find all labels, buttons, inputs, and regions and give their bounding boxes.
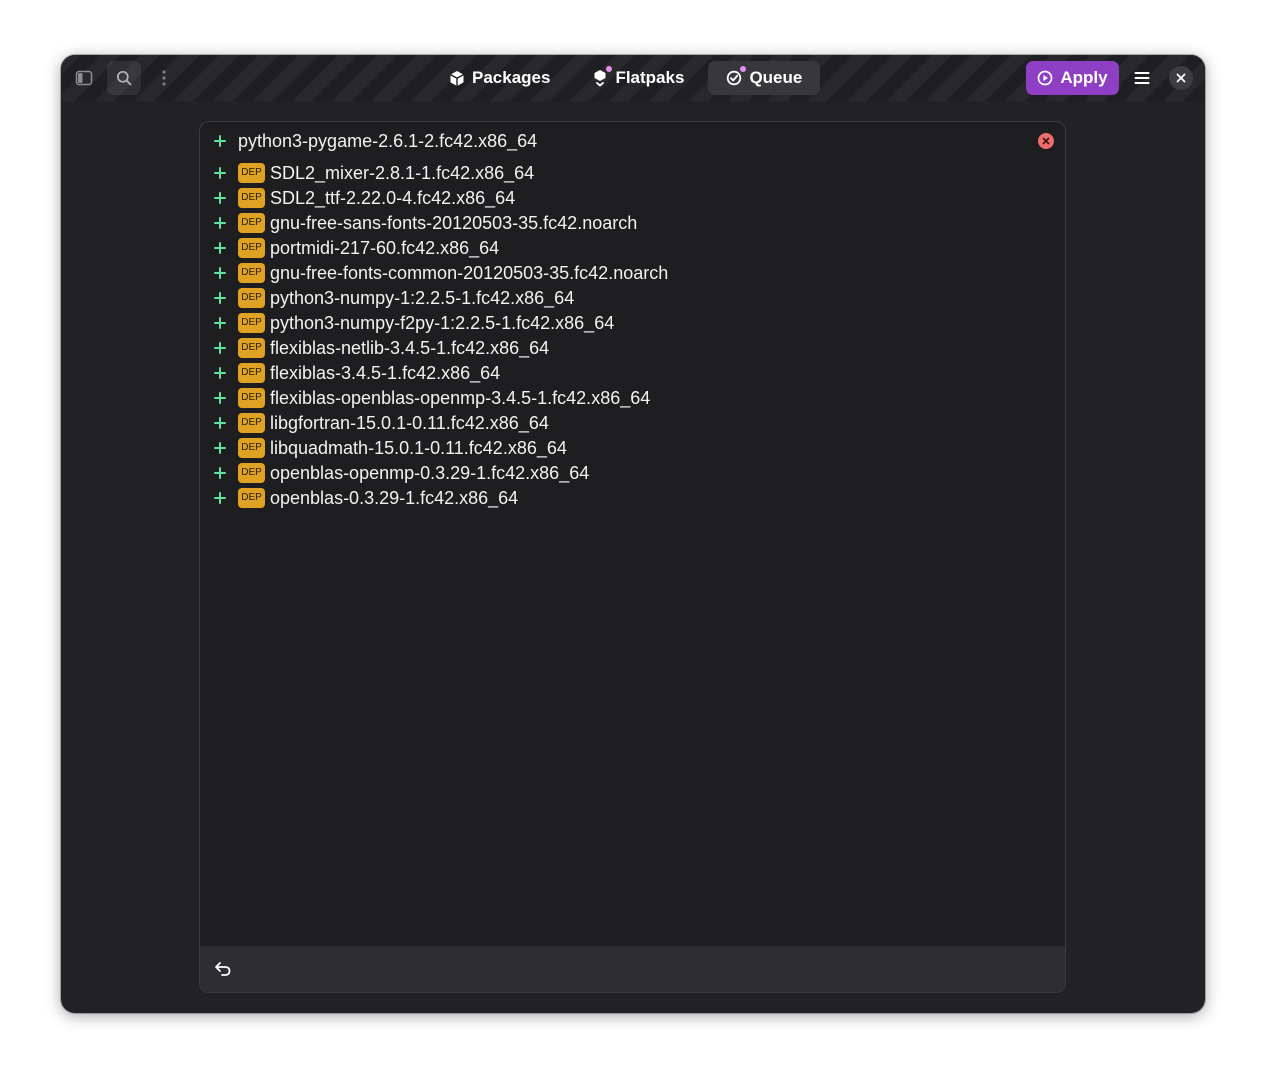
install-plus-icon (212, 190, 228, 206)
dependency-badge: DEP (238, 188, 265, 208)
view-switcher: Packages Flatpaks Queue (431, 61, 821, 95)
queued-package-row: python3-pygame-2.6.1-2.fc42.x86_64 (200, 122, 1065, 160)
dependency-name: flexiblas-netlib-3.4.5-1.fc42.x86_64 (270, 338, 550, 358)
dependency-name: flexiblas-openblas-openmp-3.4.5-1.fc42.x… (270, 388, 651, 408)
dependency-badge: DEP (238, 388, 265, 408)
install-plus-icon (212, 290, 228, 306)
update-indicator-dot (606, 66, 613, 72)
queue-indicator-dot (740, 66, 747, 72)
dependency-row: DEP flexiblas-3.4.5-1.fc42.x86_64 (200, 361, 1065, 386)
queue-check-icon (726, 66, 747, 87)
app-window: Packages Flatpaks Queue Apply python3-py… (61, 55, 1205, 1013)
close-icon (1176, 73, 1186, 83)
dependency-badge: DEP (238, 163, 265, 183)
play-circle-icon (1038, 70, 1053, 86)
tab-label: Flatpaks (615, 68, 685, 87)
dependency-list: DEP SDL2_mixer-2.8.1-1.fc42.x86_64 DEP SDL2… (200, 161, 1065, 511)
install-plus-icon (212, 215, 228, 231)
install-plus-icon (212, 390, 228, 406)
dependency-name: libquadmath-15.0.1-0.11.fc42.x86_64 (270, 438, 567, 458)
install-plus-icon (212, 240, 228, 256)
dependency-badge: DEP (238, 338, 265, 358)
sidebar-toggle-button[interactable] (67, 61, 101, 95)
install-plus-icon (212, 490, 228, 506)
undo-button[interactable] (210, 956, 236, 982)
dependency-badge: DEP (238, 288, 265, 308)
dependency-row: DEP python3-numpy-1:2.2.5-1.fc42.x86_64 (200, 286, 1065, 311)
dependency-badge: DEP (238, 238, 265, 258)
dependency-name: portmidi-217-60.fc42.x86_64 (270, 238, 500, 258)
dependency-badge: DEP (238, 363, 265, 383)
vertical-ellipsis-icon (162, 70, 166, 86)
tab-flatpaks[interactable]: Flatpaks (574, 61, 702, 95)
tab-label: Queue (749, 68, 803, 87)
dependency-row: DEP SDL2_mixer-2.8.1-1.fc42.x86_64 (200, 161, 1065, 186)
dependency-badge: DEP (238, 313, 265, 333)
search-button[interactable] (107, 61, 141, 95)
dependency-row: DEP libquadmath-15.0.1-0.11.fc42.x86_64 (200, 436, 1065, 461)
remove-x-icon (1042, 137, 1050, 145)
dependency-row: DEP python3-numpy-f2py-1:2.2.5-1.fc42.x86… (200, 311, 1065, 336)
search-icon (116, 70, 132, 86)
tab-packages[interactable]: Packages (431, 61, 568, 95)
dependency-name: gnu-free-fonts-common-20120503-35.fc42.n… (270, 263, 669, 283)
dependency-badge: DEP (238, 438, 265, 458)
apply-label: Apply (1060, 68, 1108, 87)
dependency-row: DEP SDL2_ttf-2.22.0-4.fc42.x86_64 (200, 186, 1065, 211)
dependency-name: flexiblas-3.4.5-1.fc42.x86_64 (270, 363, 501, 383)
dependency-name: libgfortran-15.0.1-0.11.fc42.x86_64 (270, 413, 549, 433)
package-name: python3-pygame-2.6.1-2.fc42.x86_64 (238, 131, 538, 151)
queue-footer-bar (200, 946, 1065, 992)
tab-queue[interactable]: Queue (708, 61, 821, 95)
install-plus-icon (212, 340, 228, 356)
install-plus-icon (212, 365, 228, 381)
sidebar-icon (75, 70, 93, 86)
dependency-name: gnu-free-sans-fonts-20120503-35.fc42.noa… (270, 213, 638, 233)
dependency-name: openblas-0.3.29-1.fc42.x86_64 (270, 488, 519, 508)
dependency-badge: DEP (238, 463, 265, 483)
dependency-name: SDL2_ttf-2.22.0-4.fc42.x86_64 (270, 188, 516, 208)
tab-label: Packages (472, 68, 551, 87)
dependency-row: DEP openblas-openmp-0.3.29-1.fc42.x86_64 (200, 461, 1065, 486)
flatpak-icon (592, 66, 613, 87)
dependency-name: openblas-openmp-0.3.29-1.fc42.x86_64 (270, 463, 590, 483)
dependency-badge: DEP (238, 488, 265, 508)
dependency-badge: DEP (238, 413, 265, 433)
dependency-name: python3-numpy-f2py-1:2.2.5-1.fc42.x86_64 (270, 313, 615, 333)
hamburger-menu-icon (1134, 72, 1150, 84)
undo-arrow-icon (215, 962, 231, 976)
queue-panel: python3-pygame-2.6.1-2.fc42.x86_64 DEP SD… (199, 121, 1066, 993)
headerbar: Packages Flatpaks Queue Apply (61, 55, 1205, 101)
apply-button[interactable]: Apply (1026, 61, 1119, 95)
install-plus-icon (212, 465, 228, 481)
install-plus-icon (212, 265, 228, 281)
remove-from-queue-button[interactable] (1038, 133, 1054, 149)
main-menu-button[interactable] (1125, 61, 1159, 95)
dependency-row: DEP gnu-free-sans-fonts-20120503-35.fc42.… (200, 211, 1065, 236)
package-icon (449, 69, 465, 87)
install-plus-icon (212, 415, 228, 431)
install-plus-icon (212, 133, 228, 149)
install-plus-icon (212, 440, 228, 456)
dependency-row: DEP flexiblas-openblas-openmp-3.4.5-1.fc4… (200, 386, 1065, 411)
dependency-row: DEP portmidi-217-60.fc42.x86_64 (200, 236, 1065, 261)
dependency-badge: DEP (238, 263, 265, 283)
dependency-row: DEP flexiblas-netlib-3.4.5-1.fc42.x86_64 (200, 336, 1065, 361)
window-close-button[interactable] (1169, 66, 1193, 90)
more-options-button[interactable] (147, 61, 181, 95)
dependency-badge: DEP (238, 213, 265, 233)
dependency-name: python3-numpy-1:2.2.5-1.fc42.x86_64 (270, 288, 575, 308)
install-plus-icon (212, 165, 228, 181)
dependency-row: DEP libgfortran-15.0.1-0.11.fc42.x86_64 (200, 411, 1065, 436)
dependency-name: SDL2_mixer-2.8.1-1.fc42.x86_64 (270, 163, 535, 183)
install-plus-icon (212, 315, 228, 331)
dependency-row: DEP gnu-free-fonts-common-20120503-35.fc4… (200, 261, 1065, 286)
dependency-row: DEP openblas-0.3.29-1.fc42.x86_64 (200, 486, 1065, 511)
